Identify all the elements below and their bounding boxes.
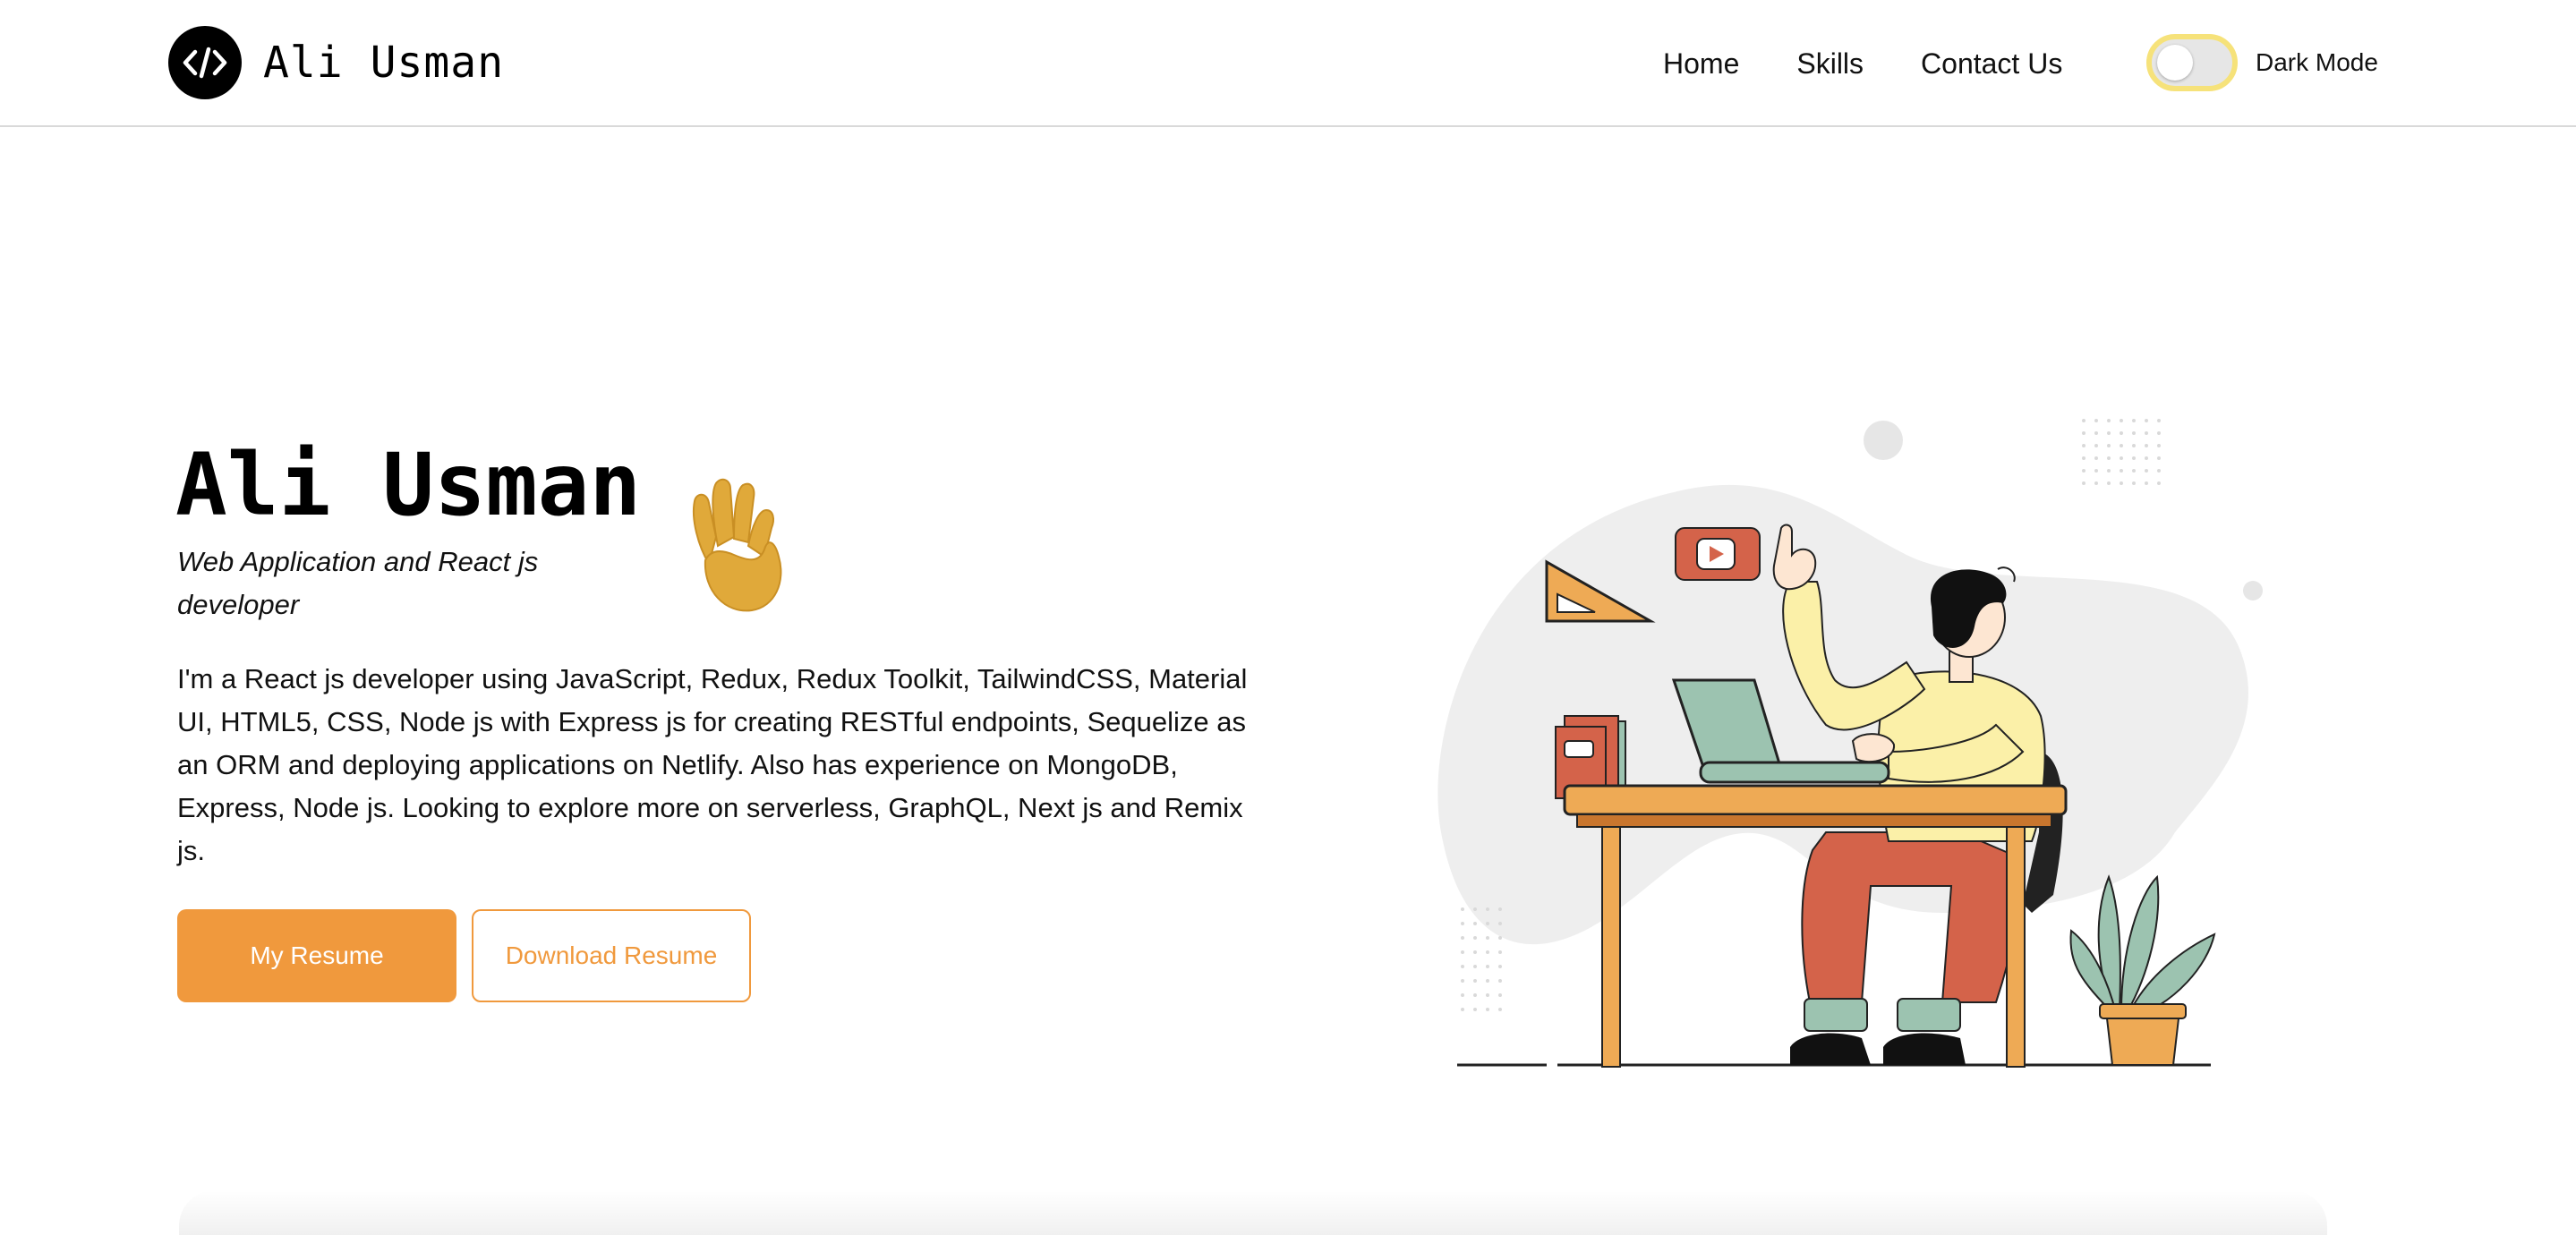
dark-mode-toggle[interactable] (2146, 34, 2238, 91)
main-nav: Home Skills Contact Us (1663, 0, 2062, 127)
developer-illustration (1437, 419, 2263, 1068)
play-icon (1675, 527, 1761, 581)
my-resume-button[interactable]: My Resume (177, 909, 456, 1002)
nav-skills[interactable]: Skills (1796, 47, 1864, 81)
nav-contact-us[interactable]: Contact Us (1921, 47, 2062, 81)
code-icon (168, 26, 242, 99)
site-header: Ali Usman Home Skills Contact Us Dark Mo… (0, 0, 2576, 127)
waving-hand-icon (693, 478, 782, 612)
dark-mode-label: Dark Mode (2256, 48, 2378, 76)
section-divider-shadow (179, 1190, 2327, 1235)
decor-circle (2243, 581, 2263, 600)
dot-grid-top (2082, 419, 2161, 485)
brand-logo[interactable]: Ali Usman (168, 26, 504, 99)
nav-home[interactable]: Home (1663, 47, 1739, 81)
decor-circle (1864, 421, 1903, 460)
hero-tagline: Web Application and React js developer (177, 546, 539, 620)
hero-title: Ali Usman (175, 435, 642, 535)
download-resume-button[interactable]: Download Resume (472, 909, 751, 1002)
toggle-knob (2157, 45, 2193, 81)
hero-bio: I'm a React js developer using JavaScrip… (177, 663, 1248, 866)
dark-mode-control: Dark Mode (2146, 34, 2378, 91)
brand-name: Ali Usman (263, 38, 505, 88)
plant (2069, 874, 2216, 1066)
